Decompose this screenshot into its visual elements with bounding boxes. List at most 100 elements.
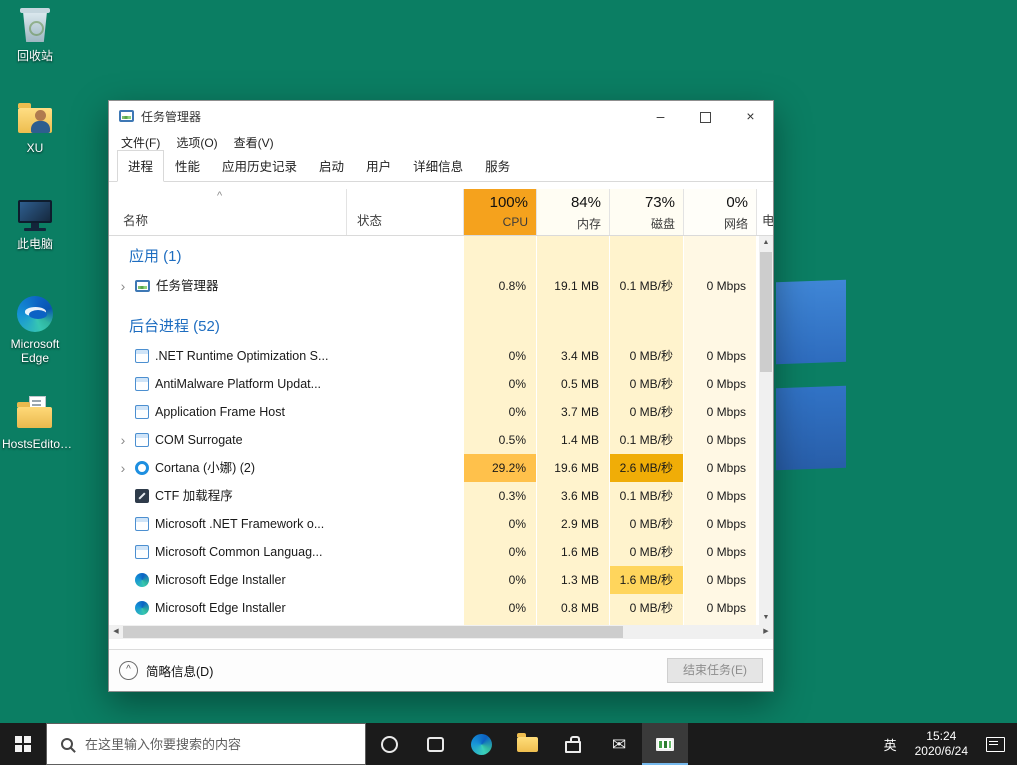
process-metric-mem: 3.7 MB (536, 398, 609, 426)
taskbar-cortana-button[interactable] (366, 723, 412, 765)
end-task-button[interactable]: 结束任务(E) (667, 658, 763, 683)
edge-icon (135, 601, 149, 615)
taskbar-search[interactable] (46, 723, 366, 765)
chevron-right-icon[interactable]: › (117, 455, 129, 481)
process-row[interactable]: ›Microsoft Edge Installer0%1.3 MB1.6 MB/… (109, 566, 759, 594)
task-manager-icon (656, 738, 674, 751)
process-row[interactable]: ›任务管理器0.8%19.1 MB0.1 MB/秒0 Mbps (109, 272, 759, 300)
table-header: ^ 名称 状态 电 100%CPU84%内存73%磁盘0%网络 (109, 189, 773, 236)
store-icon (565, 741, 581, 753)
task-manager-window: 任务管理器 – × 文件(F)选项(O)查看(V) 进程性能应用历史记录启动用户… (108, 100, 774, 692)
process-metric-cpu: 0.8% (463, 272, 536, 300)
column-header-power-partial[interactable]: 电 (756, 189, 773, 235)
tab-4[interactable]: 用户 (355, 150, 402, 182)
process-name: .NET Runtime Optimization S... (155, 342, 328, 370)
scroll-down-icon[interactable]: ▼ (759, 611, 773, 625)
desktop-icon-user-folder[interactable]: XU (2, 98, 68, 155)
process-name-cell: ›Application Frame Host (109, 398, 346, 426)
desktop-icon-recycle-bin[interactable]: 回收站 (2, 6, 68, 63)
tab-5[interactable]: 详细信息 (402, 150, 474, 182)
window-icon (135, 349, 149, 363)
scroll-right-icon[interactable]: ▶ (759, 625, 773, 639)
process-status (346, 594, 463, 622)
process-row[interactable]: ›COM Surrogate0.5%1.4 MB0.1 MB/秒0 Mbps (109, 426, 759, 454)
column-header-mem[interactable]: 84%内存 (536, 189, 609, 235)
horizontal-scroll-thumb[interactable] (123, 626, 623, 638)
scroll-up-icon[interactable]: ▲ (759, 236, 773, 250)
process-name-cell: ›Microsoft .NET Framework o... (109, 510, 346, 538)
column-header-name[interactable]: 名称 (123, 210, 148, 229)
process-row[interactable]: ›CTF 加载程序0.3%3.6 MB0.1 MB/秒0 Mbps (109, 482, 759, 510)
process-row[interactable]: ›Microsoft .NET Framework o...0%2.9 MB0 … (109, 510, 759, 538)
column-header-status[interactable]: 状态 (346, 189, 464, 235)
action-center-icon[interactable] (986, 737, 1005, 752)
tab-3[interactable]: 启动 (308, 150, 355, 182)
clock[interactable]: 15:24 2020/6/24 (915, 729, 968, 759)
start-button[interactable] (0, 723, 46, 765)
file-explorer-icon (517, 737, 538, 752)
taskbar-task-view-button[interactable] (412, 723, 458, 765)
tab-1[interactable]: 性能 (164, 150, 211, 182)
process-metric-disk: 2.6 MB/秒 (609, 454, 683, 482)
process-row[interactable]: ›Cortana (小娜) (2)29.2%19.6 MB2.6 MB/秒0 M… (109, 454, 759, 482)
process-row[interactable]: ›Application Frame Host0%3.7 MB0 MB/秒0 M… (109, 398, 759, 426)
this-pc-icon (13, 194, 57, 234)
task-manager-icon (119, 110, 134, 122)
desktop-icon-label: HostsEdito… (2, 437, 68, 451)
process-status (346, 272, 463, 300)
horizontal-scrollbar[interactable]: ◀ ▶ (109, 625, 773, 639)
summary-info-toggle[interactable]: 简略信息(D) (146, 661, 213, 680)
group-header[interactable]: 后台进程 (52) (109, 312, 759, 342)
ctf-icon (135, 489, 149, 503)
maximize-button[interactable] (683, 101, 728, 131)
column-header-cpu[interactable]: 100%CPU (463, 189, 536, 235)
window-controls: – × (638, 101, 773, 131)
taskbar-file-explorer-button[interactable] (504, 723, 550, 765)
window-icon (135, 545, 149, 559)
tab-2[interactable]: 应用历史记录 (211, 150, 308, 182)
close-button[interactable]: × (728, 101, 773, 131)
process-metric-cpu: 0.5% (463, 426, 536, 454)
process-metric-cpu: 0% (463, 398, 536, 426)
chevron-right-icon[interactable]: › (117, 273, 129, 299)
search-input[interactable] (83, 736, 365, 753)
title-bar[interactable]: 任务管理器 – × (109, 101, 773, 131)
scroll-left-icon[interactable]: ◀ (109, 625, 123, 639)
language-indicator[interactable]: 英 (884, 735, 897, 754)
taskbar-store-button[interactable] (550, 723, 596, 765)
taskbar-edge-button[interactable] (458, 723, 504, 765)
process-name-cell: ›COM Surrogate (109, 426, 346, 454)
edge-icon (471, 734, 492, 755)
taskbar-mail-button[interactable]: ✉ (596, 723, 642, 765)
column-header-disk[interactable]: 73%磁盘 (609, 189, 683, 235)
process-status (346, 510, 463, 538)
process-metric-net: 0 Mbps (683, 370, 756, 398)
group-header[interactable]: 应用 (1) (109, 242, 759, 272)
vertical-scroll-thumb[interactable] (760, 252, 772, 372)
desktop-icon-edge[interactable]: Microsoft Edge (2, 294, 68, 365)
column-header-net[interactable]: 0%网络 (683, 189, 756, 235)
process-metric-cpu: 0% (463, 566, 536, 594)
tab-6[interactable]: 服务 (474, 150, 521, 182)
process-metric-mem: 1.6 MB (536, 538, 609, 566)
process-status (346, 398, 463, 426)
user-folder-icon (13, 98, 57, 138)
task-view-icon (427, 737, 444, 752)
process-metric-mem: 1.4 MB (536, 426, 609, 454)
process-metric-disk: 0 MB/秒 (609, 538, 683, 566)
chevron-right-icon[interactable]: › (117, 427, 129, 453)
process-row[interactable]: ›Microsoft Edge Installer0%0.8 MB0 MB/秒0… (109, 594, 759, 622)
minimize-button[interactable]: – (638, 101, 683, 131)
process-name-cell: ›CTF 加载程序 (109, 482, 346, 510)
desktop-icon-this-pc[interactable]: 此电脑 (2, 194, 68, 251)
process-metric-disk: 0 MB/秒 (609, 594, 683, 622)
process-row[interactable]: ›AntiMalware Platform Updat...0%0.5 MB0 … (109, 370, 759, 398)
chevron-up-circle-icon[interactable]: ^ (119, 661, 138, 680)
taskbar-task-manager-button[interactable] (642, 723, 688, 765)
vertical-scrollbar[interactable]: ▲ ▼ (759, 236, 773, 625)
process-row[interactable]: ›.NET Runtime Optimization S...0%3.4 MB0… (109, 342, 759, 370)
tab-0[interactable]: 进程 (117, 150, 164, 182)
process-row[interactable]: ›Microsoft Common Languag...0%1.6 MB0 MB… (109, 538, 759, 566)
desktop-icon-folder-files[interactable]: HostsEdito… (2, 394, 68, 451)
process-metric-mem: 3.6 MB (536, 482, 609, 510)
